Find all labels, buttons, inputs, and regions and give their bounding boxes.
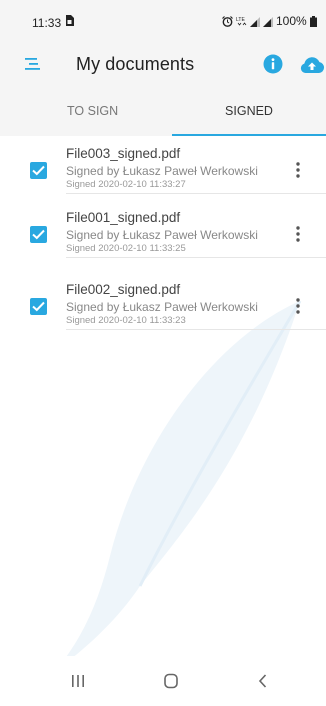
list-item[interactable]: File001_signed.pdf Signed by Łukasz Pawe…	[0, 200, 326, 258]
document-date: Signed 2020-02-10 11:33:23	[66, 315, 186, 326]
list-item[interactable]: File002_signed.pdf Signed by Łukasz Pawe…	[0, 272, 326, 330]
recent-apps-icon[interactable]	[65, 668, 91, 694]
more-vert-icon[interactable]	[292, 160, 304, 180]
divider	[66, 329, 326, 330]
more-vert-icon[interactable]	[292, 224, 304, 244]
document-name: File001_signed.pdf	[66, 210, 181, 225]
checkbox[interactable]	[30, 162, 47, 179]
nav-bar	[0, 656, 326, 706]
checkbox[interactable]	[30, 298, 47, 315]
status-time: 11:33	[32, 16, 62, 30]
app-bar: My documents	[0, 44, 326, 86]
more-vert-icon[interactable]	[292, 296, 304, 316]
menu-icon[interactable]	[25, 57, 41, 71]
divider	[66, 193, 326, 194]
page-title: My documents	[76, 54, 195, 74]
feather-watermark	[55, 300, 302, 671]
document-date: Signed 2020-02-10 11:33:27	[66, 179, 186, 190]
list-item[interactable]: File003_signed.pdf Signed by Łukasz Pawe…	[0, 136, 326, 194]
lte-icon: LTE	[236, 17, 247, 26]
signal-icon	[250, 16, 260, 27]
battery-percent: 100%	[276, 14, 307, 28]
sim-card-icon	[66, 15, 74, 26]
checkmark-icon	[32, 301, 45, 312]
document-date: Signed 2020-02-10 11:33:25	[66, 243, 186, 254]
document-list: File003_signed.pdf Signed by Łukasz Pawe…	[0, 136, 326, 671]
document-name: File002_signed.pdf	[66, 282, 181, 297]
info-icon[interactable]	[263, 54, 283, 74]
tab-to-sign[interactable]: TO SIGN	[40, 86, 170, 136]
checkmark-icon	[32, 165, 45, 176]
battery-icon	[309, 15, 317, 27]
checkmark-icon	[32, 229, 45, 240]
cloud-upload-icon[interactable]	[299, 55, 325, 75]
back-icon[interactable]	[250, 668, 276, 694]
document-signer: Signed by Łukasz Paweł Werkowski	[66, 228, 258, 242]
divider	[66, 257, 326, 258]
tab-bar: TO SIGN SIGNED	[0, 86, 326, 136]
tab-signed[interactable]: SIGNED	[172, 86, 326, 136]
checkbox[interactable]	[30, 226, 47, 243]
signal-icon	[263, 16, 273, 27]
status-icons: LTE 100%	[222, 14, 317, 28]
status-bar: 11:33 LTE 100%	[0, 0, 326, 44]
alarm-icon	[222, 15, 233, 27]
document-signer: Signed by Łukasz Paweł Werkowski	[66, 164, 258, 178]
home-icon[interactable]	[158, 668, 184, 694]
svg-text:LTE: LTE	[236, 17, 245, 23]
document-name: File003_signed.pdf	[66, 146, 181, 161]
document-signer: Signed by Łukasz Paweł Werkowski	[66, 300, 258, 314]
